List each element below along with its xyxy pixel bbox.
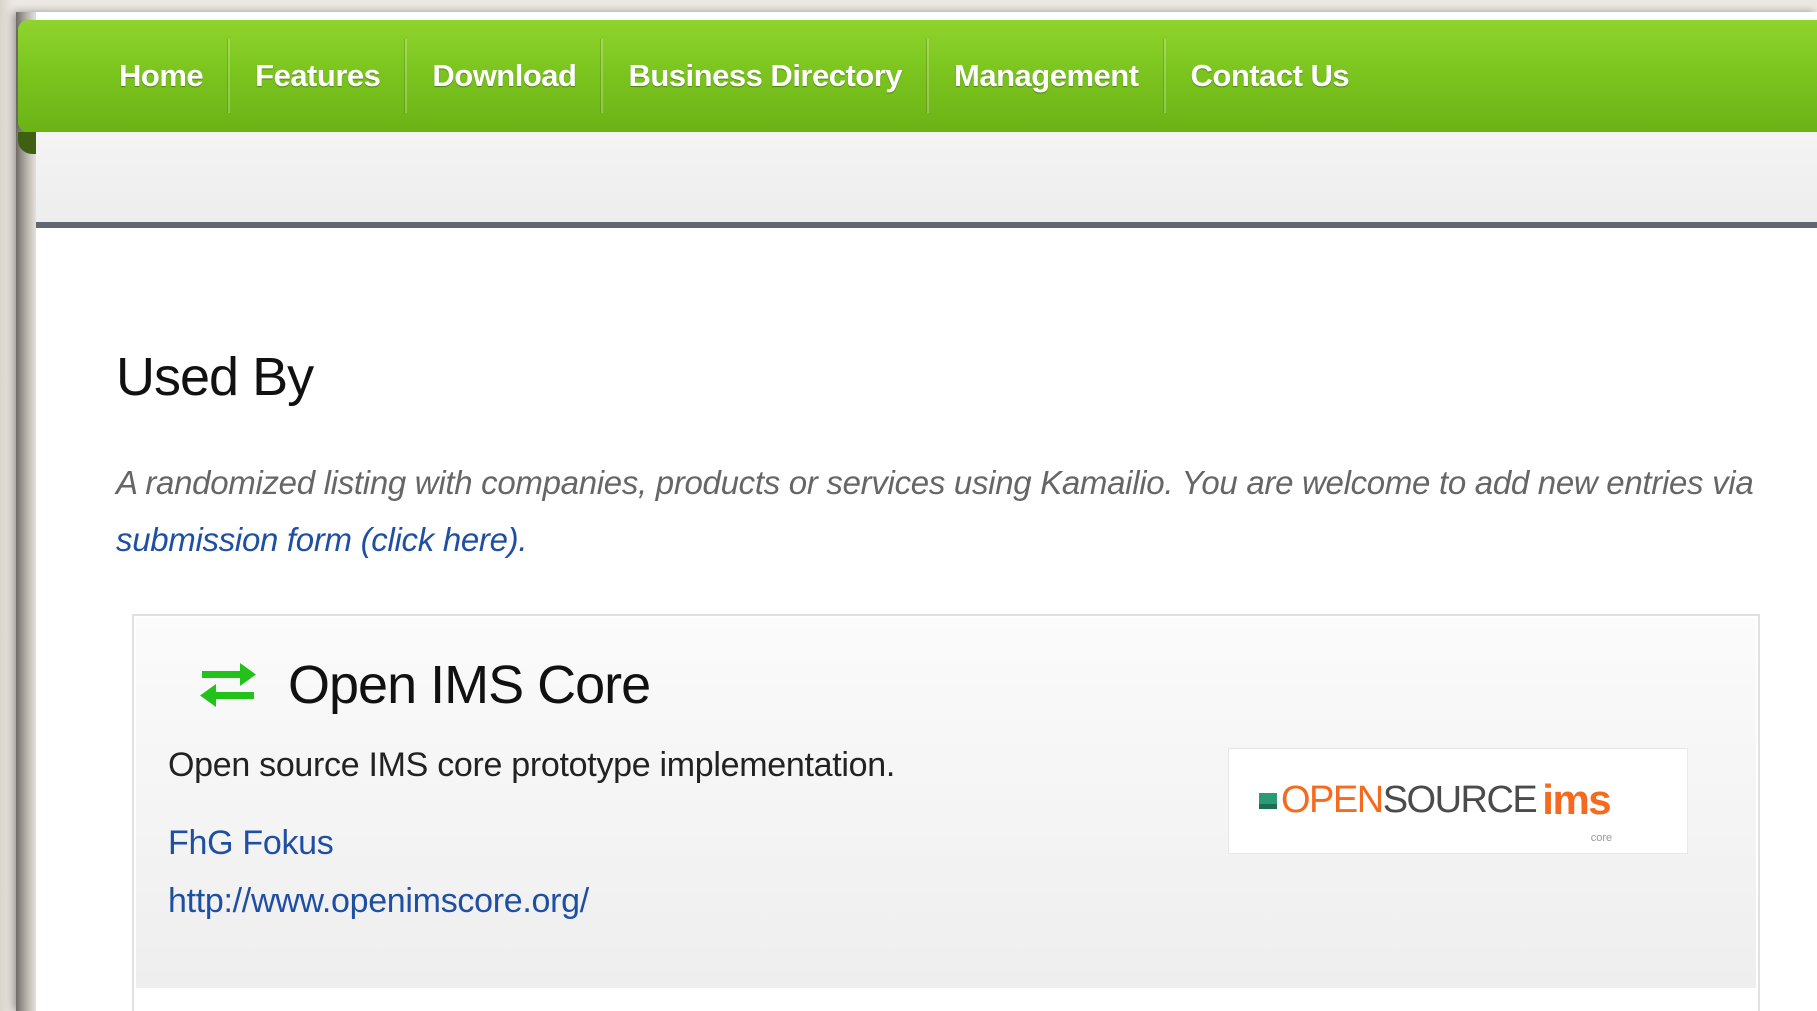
window-edge <box>16 12 36 1011</box>
opensource-ims-logo: OPEN SOURCE ims core <box>1259 776 1612 844</box>
entry-logo[interactable]: OPEN SOURCE ims core <box>1228 748 1688 854</box>
browser-window: Home Features Download Business Director… <box>16 12 1817 1011</box>
entry-url-link[interactable]: http://www.openimscore.org/ <box>168 882 589 921</box>
nav-item-contact-us[interactable]: Contact Us <box>1163 39 1375 113</box>
intro-end: . <box>518 521 528 558</box>
nav-item-management[interactable]: Management <box>927 39 1163 113</box>
intro-paragraph: A randomized listing with companies, pro… <box>116 454 1776 568</box>
intro-text: A randomized listing with companies, pro… <box>116 464 1754 501</box>
entry-card-body: Open IMS Core Open source IMS core proto… <box>136 618 1756 988</box>
logo-text-source: SOURCE <box>1382 779 1538 821</box>
entry-description: Open source IMS core prototype implement… <box>168 746 896 784</box>
nav-item-features[interactable]: Features <box>228 39 405 113</box>
nav-item-download[interactable]: Download <box>405 39 601 113</box>
nav-menu: Home Features Download Business Director… <box>94 20 1374 132</box>
entry-title: Open IMS Core <box>288 655 651 715</box>
logo-square-icon <box>1259 793 1277 809</box>
page-title: Used By <box>116 347 314 407</box>
logo-text-core: core <box>1590 832 1613 844</box>
sub-header-bar <box>36 132 1817 228</box>
main-content: Used By A randomized listing with compan… <box>36 228 1817 1011</box>
nav-item-home[interactable]: Home <box>94 39 228 113</box>
logo-text-ims: ims <box>1542 776 1611 823</box>
nav-item-business-directory[interactable]: Business Directory <box>601 39 927 113</box>
entry-company-link[interactable]: FhG Fokus <box>168 824 334 863</box>
logo-text-open: OPEN <box>1281 779 1384 821</box>
swap-arrows-icon <box>200 663 256 707</box>
entry-card: Open IMS Core Open source IMS core proto… <box>132 614 1760 1011</box>
entry-title-row: Open IMS Core <box>196 654 651 716</box>
submission-form-link[interactable]: submission form (click here) <box>116 521 519 558</box>
